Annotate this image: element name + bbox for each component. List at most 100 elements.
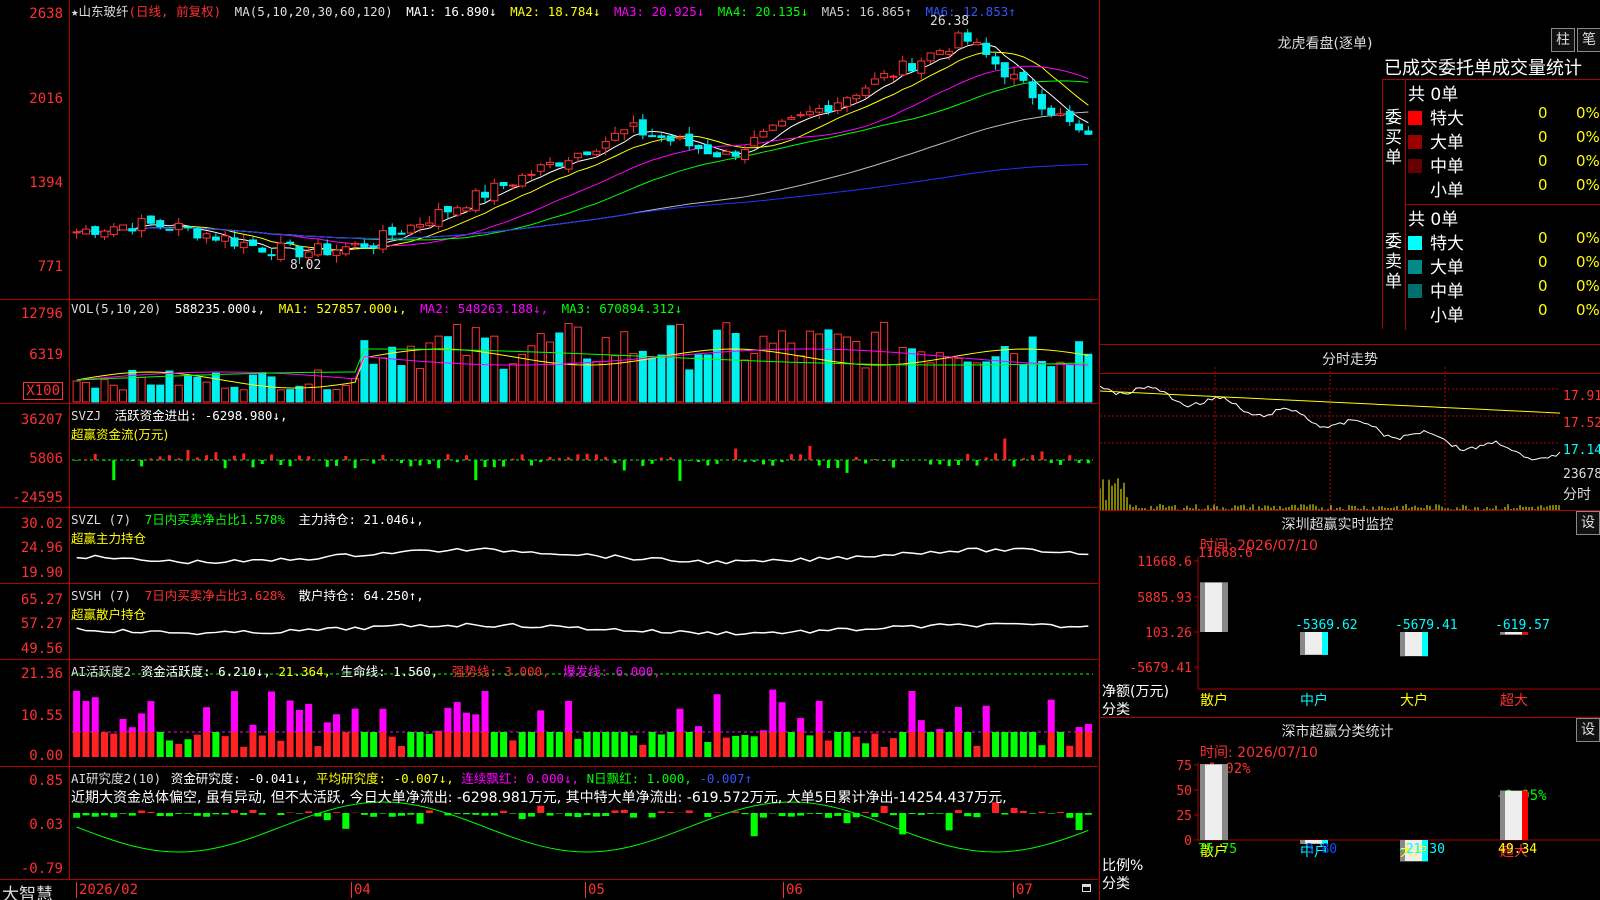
ai-research-panel[interactable]: 0.85 0.03 -0.79 AI研究度2(10) 资金研究度: -0.041… (0, 767, 1098, 880)
volume-bar (805, 330, 814, 403)
svsh-panel[interactable]: 65.27 57.27 49.56 SVSH (7) 7日内买卖净占比3.628… (0, 584, 1098, 660)
activity-bar-top (351, 708, 359, 732)
activity-bar (973, 745, 981, 757)
research-bar (769, 813, 777, 814)
bar-value-label: -3.80 (1298, 842, 1337, 857)
price-panel[interactable]: 2638 2016 1394 771 ★山东玻纤(日线, 前复权) MA(5,1… (0, 0, 1098, 300)
flow-bar (585, 453, 589, 460)
flow-bar (158, 456, 162, 460)
candle-body (527, 173, 536, 176)
column-mode-button[interactable]: 柱 (1551, 28, 1575, 52)
sz-stats-panel[interactable]: 深市超赢分类统计 设 时间: 2026/07/10 +1.02% -0.05% … (1099, 718, 1600, 900)
candle-body (1028, 81, 1037, 99)
flow-bar (771, 460, 775, 466)
buy-total: 共 0单 (1408, 85, 1459, 105)
volume-bar (276, 389, 285, 403)
research-bar (1047, 813, 1055, 814)
research-bar (258, 813, 266, 815)
volume-bar (323, 389, 332, 403)
research-bar (249, 809, 257, 813)
research-bar (620, 809, 628, 813)
lhb-panel[interactable]: 龙虎看盘(逐单) 柱 笔 已成交委托单成交量统计 委买单 共 0单 特大 0 0… (1099, 0, 1600, 345)
flow-bar (195, 457, 199, 460)
candle-body (666, 135, 675, 142)
sell-row: 大单 0 0% (1408, 253, 1600, 278)
sz-monitor-panel[interactable]: 深圳超赢实时监控 设 时间: 2026/07/10 净额(万元) 分类 1166… (1099, 511, 1600, 718)
candle-body (843, 97, 852, 107)
flow-bar (864, 460, 868, 464)
flow-bar (335, 460, 339, 466)
svzj-panel[interactable]: 36207 5806 -24595 SVZJ 活跃资金进出: -6298.980… (0, 404, 1098, 508)
activity-bar (1038, 745, 1046, 757)
intraday-chart[interactable] (1100, 345, 1600, 511)
flow-bar (353, 460, 357, 469)
activity-bar (351, 732, 359, 757)
bar-value-label: -619.57 (1495, 618, 1550, 633)
candle-body (750, 136, 759, 147)
volume-bar (202, 381, 211, 403)
activity-bar (518, 732, 526, 757)
research-bar (221, 813, 229, 815)
activity-bar-top (472, 714, 480, 732)
ai-active-item: 爆发线: 6.000, (563, 664, 661, 679)
lock-icon[interactable] (1082, 884, 1091, 892)
ai-active-legend: AI活跃度2 资金活跃度: 6.210↓, 21.364, 生命线: 1.560… (71, 661, 667, 680)
volume-bar (926, 362, 935, 403)
price-chart[interactable] (0, 0, 1098, 300)
research-bar (602, 813, 610, 816)
volume-bar (239, 389, 248, 403)
period-label[interactable]: (日线, 前复权) (129, 4, 222, 19)
candle-body (713, 152, 722, 158)
candle-body (935, 50, 944, 55)
activity-bar (100, 732, 108, 757)
flow-bar (529, 460, 533, 466)
candle-body (211, 236, 220, 241)
candle-body (861, 87, 870, 97)
activity-bar (416, 732, 424, 757)
flow-bar (789, 454, 793, 460)
candle-body (1019, 71, 1028, 81)
activity-bar (165, 740, 173, 757)
row-pct: 0% (1576, 176, 1600, 194)
bar-value-label: 75.75 (1198, 842, 1237, 857)
lhb-table: 委买单 共 0单 特大 0 0% 大单 0 0% 中单 0 0% 小单 0 0% (1382, 79, 1600, 330)
activity-bar-top (286, 700, 294, 732)
activity-bar (917, 732, 925, 757)
flow-bar (1086, 460, 1090, 464)
row-name: 中单 (1430, 282, 1464, 302)
vol-ma2: MA2: 548263.188↓, (420, 301, 549, 316)
activity-bar-top (333, 714, 341, 732)
stock-name[interactable]: ★山东玻纤 (71, 4, 129, 19)
candle-body (508, 184, 517, 187)
flow-bar (362, 458, 366, 460)
flow-bar (669, 457, 673, 460)
research-bar (1010, 807, 1018, 813)
ma-params: MA(5,10,20,30,60,120) (234, 4, 393, 19)
category-bar-edge (1422, 632, 1428, 657)
research-bar (936, 813, 944, 814)
intraday-vol-tick: 23678 (1563, 467, 1600, 482)
research-bar (657, 811, 665, 813)
activity-bar (620, 732, 628, 757)
flow-bar (761, 460, 765, 465)
volume-bar (119, 389, 128, 403)
research-bar (509, 813, 517, 814)
flow-bar (205, 455, 209, 460)
volume-bar (1056, 361, 1065, 403)
bar-value-label: 49.34 (1498, 842, 1537, 857)
intraday-panel[interactable]: 分时走势 17.91 17.52 17.14 23678 分时 (1099, 345, 1600, 511)
candle-body (954, 32, 963, 49)
flow-bar (687, 460, 691, 461)
tick-mode-button[interactable]: 笔 (1577, 28, 1600, 52)
flow-bar (372, 460, 376, 464)
flow-bar (242, 453, 246, 460)
lhb-tabs[interactable]: 已成交委托单成交量统计 (1384, 54, 1600, 80)
volume-panel[interactable]: 12796 6319 X100 VOL(5,10,20) 588235.000↓… (0, 300, 1098, 404)
ai-active-panel[interactable]: 21.36 10.55 0.00 AI活跃度2 资金活跃度: 6.210↓, 2… (0, 660, 1098, 767)
sz-monitor-chart[interactable]: 11668.6 5885.93 103.26 -5679.41 散户 中户 大户 超大 1166… (1100, 511, 1600, 718)
svzl-panel[interactable]: 30.02 24.96 19.90 SVZL (7) 7日内买卖净占比1.578… (0, 508, 1098, 584)
activity-bar (91, 732, 99, 757)
sz-stats-chart[interactable]: 7550250散户 中户 大户 超大75.75 -3.80 -21.30 49.34 (1100, 718, 1600, 900)
research-bar (82, 813, 90, 816)
volume-bar (648, 357, 657, 403)
